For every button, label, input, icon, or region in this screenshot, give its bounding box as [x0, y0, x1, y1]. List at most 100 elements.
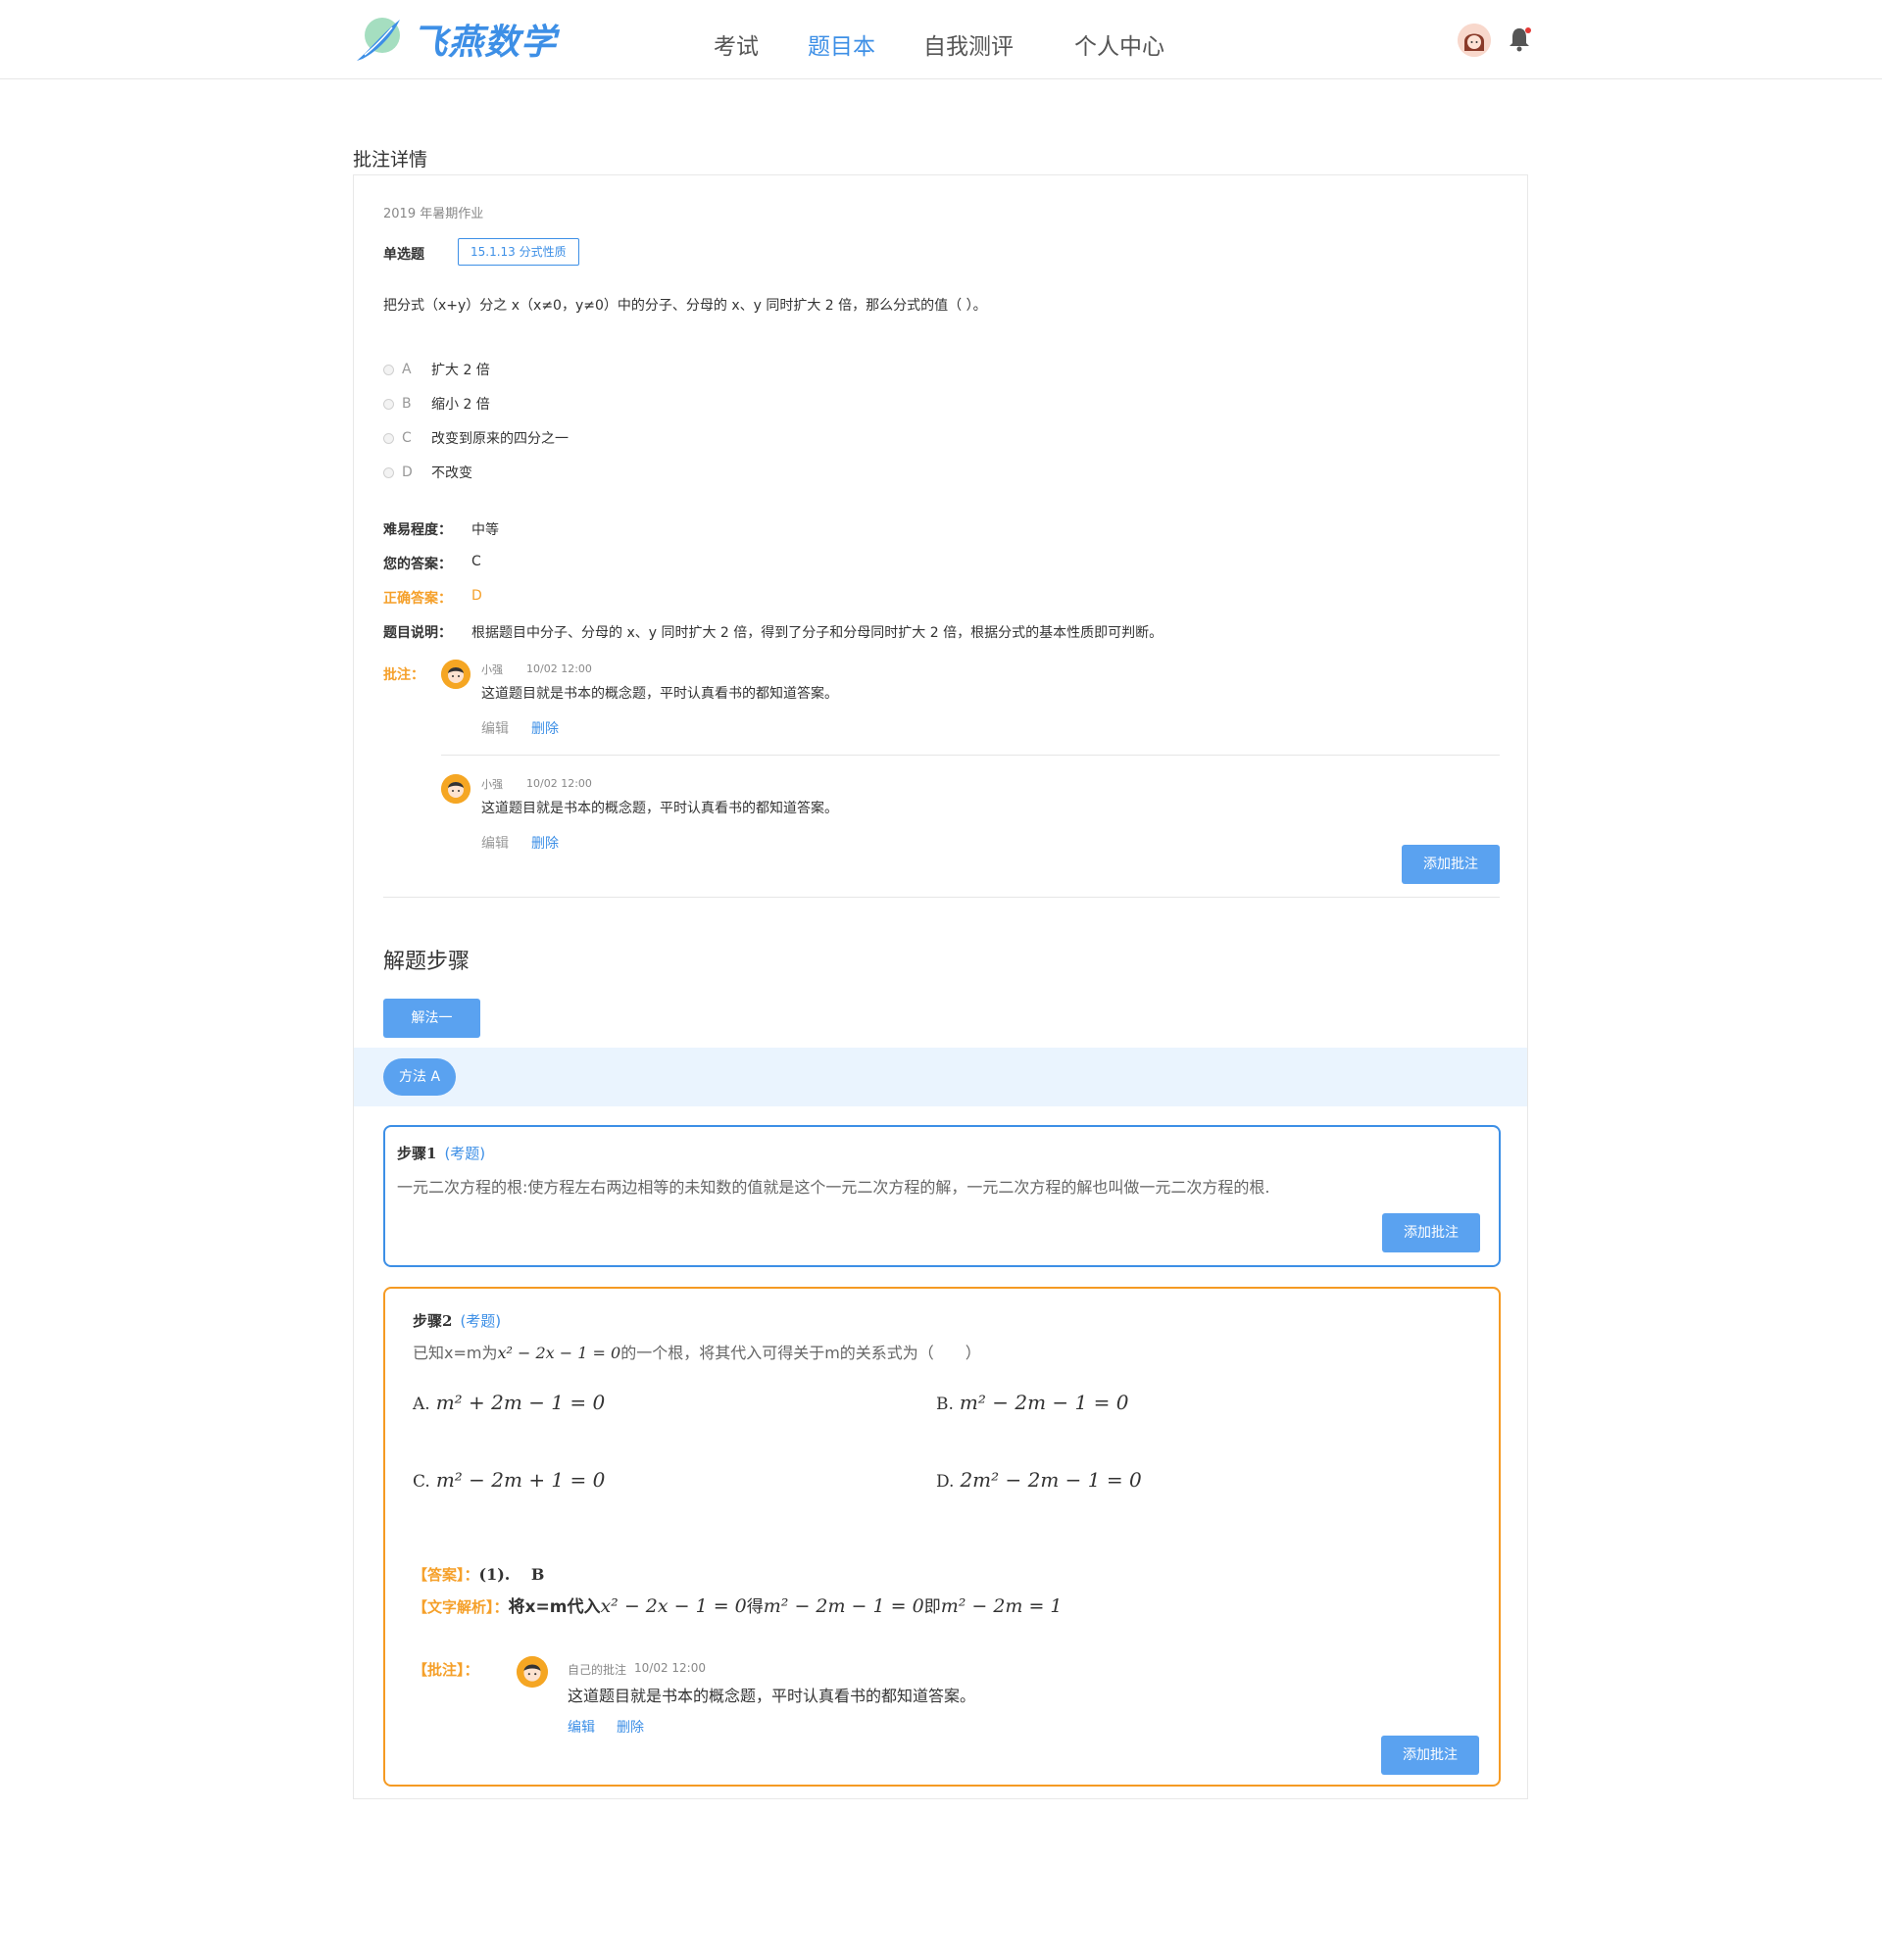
add-comment-button[interactable]: 添加批注	[1402, 845, 1500, 884]
top-header: 飞燕数学 考试 题目本 自我测评 个人中心	[0, 0, 1882, 79]
option-letter: A	[402, 362, 412, 377]
comment-text: 这道题目就是书本的概念题，平时认真看书的都知道答案。	[481, 801, 838, 816]
analysis-equation: m² − 2m − 1 = 0	[763, 1595, 924, 1617]
option-expr: m² − 2m + 1 = 0	[435, 1468, 606, 1492]
annotation-card: 2019 年暑期作业 单选题 15.1.13 分式性质 把分式（x+y）分之 x…	[353, 174, 1528, 1799]
stem-equation: x² − 2x − 1 = 0	[497, 1344, 621, 1362]
correct-answer-label: 正确答案：	[383, 591, 452, 607]
radio-icon	[383, 466, 394, 478]
nav-question-book[interactable]: 题目本	[808, 27, 875, 61]
comment-author: 自己的批注	[568, 1663, 627, 1677]
question-type: 单选题	[383, 247, 424, 263]
nav-exam[interactable]: 考试	[714, 27, 759, 61]
option-letter: C.	[413, 1472, 430, 1492]
question-source: 2019 年暑期作业	[383, 207, 484, 221]
analysis-label: 【文字解析】：	[413, 1598, 509, 1616]
option-c[interactable]: C 改变到原来的四分之一	[383, 428, 569, 448]
add-comment-button[interactable]: 添加批注	[1381, 1736, 1479, 1775]
nav-self-assessment[interactable]: 自我测评	[923, 27, 1014, 61]
commenter-avatar	[517, 1656, 548, 1688]
step-2-option-b[interactable]: B. m² − 2m − 1 = 0	[936, 1391, 1128, 1414]
nav-personal-center[interactable]: 个人中心	[1074, 27, 1164, 61]
page-title: 批注详情	[353, 149, 428, 171]
option-text: 改变到原来的四分之一	[431, 431, 569, 447]
option-expr: m² + 2m − 1 = 0	[435, 1391, 606, 1414]
step-tag: (考题)	[444, 1145, 486, 1162]
difficulty-value: 中等	[471, 522, 499, 538]
radio-icon	[383, 432, 394, 444]
boy-avatar-icon	[441, 660, 470, 689]
option-letter: C	[402, 430, 412, 446]
user-avatar[interactable]	[1458, 24, 1491, 57]
correct-answer-value: D	[471, 588, 482, 604]
step-2-analysis: 【文字解析】：将x=m代入x² − 2x − 1 = 0得m² − 2m − 1…	[413, 1592, 1063, 1617]
option-expr: m² − 2m − 1 = 0	[959, 1391, 1129, 1414]
step-1-box: 步骤1 (考题) 一元二次方程的根:使方程左右两边相等的未知数的值就是这个一元二次…	[383, 1125, 1501, 1267]
commenter-avatar	[441, 774, 470, 804]
comment-author: 小强	[481, 778, 503, 791]
step-1-header: 步骤1 (考题)	[397, 1143, 485, 1163]
comment-time: 10/02 12:00	[526, 662, 592, 675]
your-answer-value: C	[471, 554, 481, 569]
radio-icon	[383, 398, 394, 410]
comment-divider	[441, 755, 1500, 756]
steps-title: 解题步骤	[383, 950, 470, 974]
edit-comment-link[interactable]: 编辑	[568, 1717, 595, 1737]
analysis-equation: x² − 2x − 1 = 0	[600, 1595, 747, 1617]
section-divider	[383, 897, 1500, 898]
comment-author: 小强	[481, 663, 503, 676]
swallow-logo-icon	[357, 18, 400, 61]
comment-time: 10/02 12:00	[634, 1661, 706, 1675]
option-letter: D	[402, 465, 413, 480]
analysis-text: 得	[746, 1597, 764, 1617]
method-band: 方法 A	[354, 1048, 1527, 1106]
step-1-text: 一元二次方程的根:使方程左右两边相等的未知数的值就是这个一元二次方程的解，一元二…	[397, 1178, 1270, 1197]
step-2-stem: 已知x=m为x² − 2x − 1 = 0的一个根，将其代入可得关于m的关系式为…	[413, 1340, 981, 1363]
analysis-equation: m² − 2m = 1	[940, 1595, 1063, 1617]
option-letter: D.	[936, 1472, 955, 1492]
option-text: 扩大 2 倍	[431, 363, 490, 378]
difficulty-label: 难易程度：	[383, 522, 452, 538]
explanation-label: 题目说明：	[383, 625, 452, 641]
option-letter: A.	[413, 1395, 430, 1414]
option-text: 不改变	[431, 466, 472, 481]
question-text: 把分式（x+y）分之 x（x≠0，y≠0）中的分子、分母的 x、y 同时扩大 2…	[383, 298, 987, 314]
boy-avatar-icon	[441, 774, 470, 804]
step-2-answer: 【答案】：(1). B	[413, 1561, 544, 1585]
explanation-text: 根据题目中分子、分母的 x、y 同时扩大 2 倍，得到了分子和分母同时扩大 2 …	[471, 625, 1164, 641]
option-a[interactable]: A 扩大 2 倍	[383, 360, 490, 379]
add-comment-button[interactable]: 添加批注	[1382, 1213, 1480, 1252]
step-label: 步骤2	[413, 1312, 453, 1330]
step-2-option-c[interactable]: C. m² − 2m + 1 = 0	[413, 1468, 605, 1492]
method-a-pill[interactable]: 方法 A	[383, 1058, 457, 1096]
step-2-header: 步骤2 (考题)	[413, 1310, 501, 1331]
step-2-option-a[interactable]: A. m² + 2m − 1 = 0	[413, 1391, 605, 1414]
delete-comment-link[interactable]: 删除	[531, 833, 559, 853]
stem-text: 的一个根，将其代入可得关于m的关系式为（ ）	[620, 1344, 981, 1362]
commenter-avatar	[441, 660, 470, 689]
delete-comment-link[interactable]: 删除	[531, 718, 559, 738]
brand-name: 飞燕数学	[412, 23, 558, 63]
boy-avatar-icon	[517, 1656, 548, 1688]
comments-label: 批注：	[383, 667, 424, 683]
step-tag: (考题)	[460, 1312, 502, 1330]
edit-comment-link[interactable]: 编辑	[481, 718, 509, 738]
option-text: 缩小 2 倍	[431, 397, 490, 413]
analysis-text: 即	[923, 1597, 941, 1617]
brand-logo[interactable]: 飞燕数学	[353, 10, 557, 69]
edit-comment-link[interactable]: 编辑	[481, 833, 509, 853]
option-b[interactable]: B 缩小 2 倍	[383, 394, 490, 414]
notification-dot	[1525, 27, 1531, 33]
answer-label: 【答案】：	[413, 1566, 479, 1584]
step-2-option-d[interactable]: D. 2m² − 2m − 1 = 0	[936, 1468, 1142, 1492]
step-2-box: 步骤2 (考题) 已知x=m为x² − 2x − 1 = 0的一个根，将其代入可得…	[383, 1287, 1501, 1787]
comment-text: 这道题目就是书本的概念题，平时认真看书的都知道答案。	[481, 686, 838, 702]
your-answer-label: 您的答案：	[383, 557, 452, 572]
option-letter: B	[402, 396, 412, 412]
option-letter: B.	[936, 1395, 954, 1414]
comment-time: 10/02 12:00	[526, 777, 592, 790]
delete-comment-link[interactable]: 删除	[617, 1717, 644, 1737]
knowledge-tag[interactable]: 15.1.13 分式性质	[458, 238, 579, 266]
option-d[interactable]: D 不改变	[383, 463, 472, 482]
solution-one-tab[interactable]: 解法一	[383, 999, 480, 1038]
